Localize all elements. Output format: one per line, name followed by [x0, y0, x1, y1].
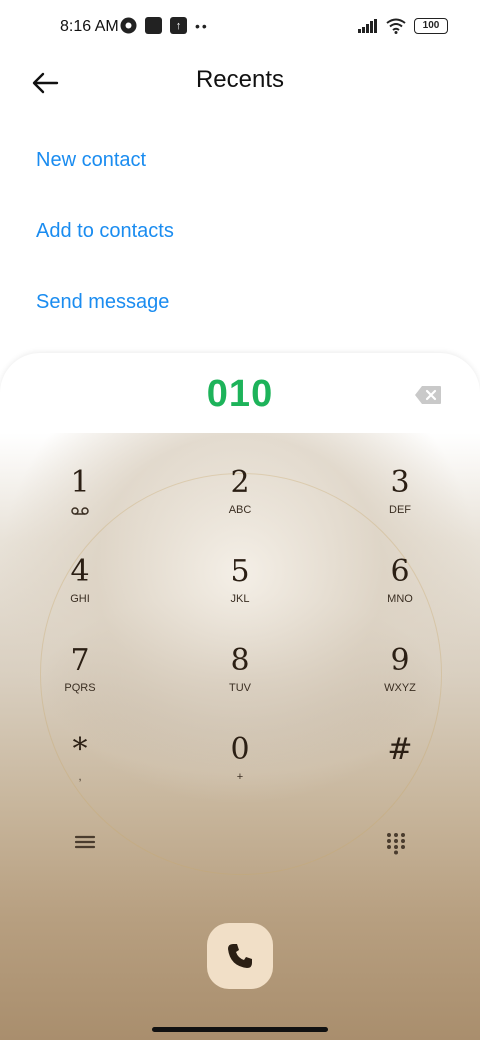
- app-notification-icon: [145, 17, 162, 34]
- key-2[interactable]: 2 ABC: [180, 463, 300, 533]
- backspace-icon: [415, 386, 441, 404]
- key-letters: +: [236, 771, 244, 783]
- key-digit: 4: [70, 554, 90, 589]
- status-bar: 8:16 AM ↑ •• 100: [0, 0, 480, 56]
- key-digit: 5: [230, 554, 250, 589]
- key-digit: 8: [230, 643, 250, 678]
- menu-icon: [74, 835, 96, 849]
- call-button[interactable]: [207, 923, 273, 989]
- status-time: 8:16 AM: [60, 18, 119, 35]
- menu-button[interactable]: [72, 831, 98, 853]
- key-letters: MNO: [387, 593, 413, 605]
- backspace-button[interactable]: [414, 385, 442, 405]
- chrome-icon: [120, 17, 137, 34]
- key-digit: 3: [390, 465, 410, 500]
- new-contact-link[interactable]: New contact: [36, 144, 174, 215]
- wifi-icon: [386, 18, 406, 34]
- key-letters: ABC: [228, 504, 252, 516]
- key-7[interactable]: 7 PQRS: [20, 641, 140, 711]
- key-6[interactable]: 6 MNO: [340, 552, 460, 622]
- key-digit: *: [72, 732, 88, 767]
- key-digit: #: [387, 732, 413, 767]
- system-icons: 100: [358, 18, 448, 34]
- key-digit: 2: [230, 465, 250, 500]
- key-letters: GHI: [70, 593, 90, 605]
- more-notifications-icon: ••: [195, 17, 209, 34]
- add-to-contacts-link[interactable]: Add to contacts: [36, 215, 174, 286]
- key-9[interactable]: 9 WXYZ: [340, 641, 460, 711]
- key-4[interactable]: 4 GHI: [20, 552, 140, 622]
- home-indicator[interactable]: [152, 1027, 328, 1032]
- notification-icons: ↑ ••: [120, 17, 209, 34]
- key-letters: ,: [78, 771, 82, 783]
- key-3[interactable]: 3 DEF: [340, 463, 460, 533]
- battery-icon: 100: [414, 18, 448, 34]
- page-title: Recents: [195, 66, 285, 93]
- dialpad-icon: [387, 833, 405, 855]
- key-1[interactable]: 1: [20, 463, 140, 533]
- key-letters: TUV: [229, 682, 251, 694]
- send-message-link[interactable]: Send message: [36, 286, 174, 357]
- key-8[interactable]: 8 TUV: [180, 641, 300, 711]
- key-digit: 9: [390, 643, 410, 678]
- signal-icon: [358, 19, 377, 33]
- key-digit: 0: [230, 732, 250, 767]
- number-actions: New contact Add to contacts Send message: [36, 144, 174, 357]
- key-digit: 7: [70, 643, 90, 678]
- key-letters: WXYZ: [384, 682, 416, 694]
- key-hash[interactable]: #: [340, 730, 460, 800]
- header: Recents: [0, 56, 480, 108]
- key-letters: PQRS: [64, 682, 96, 694]
- key-digit: 6: [390, 554, 410, 589]
- key-letters: JKL: [230, 593, 250, 605]
- key-letters: DEF: [389, 504, 411, 516]
- key-0[interactable]: 0 +: [180, 730, 300, 800]
- key-5[interactable]: 5 JKL: [180, 552, 300, 622]
- dialed-number: 010: [206, 373, 274, 415]
- voicemail-icon: [71, 507, 89, 515]
- key-digit: 1: [70, 465, 90, 500]
- phone-icon: [228, 944, 252, 968]
- key-star[interactable]: * ,: [20, 730, 140, 800]
- upload-icon: ↑: [170, 17, 187, 34]
- hide-keypad-button[interactable]: [384, 831, 408, 855]
- dialer-panel: 010 1 2 ABC 3 DEF 4 GHI 5 JKL 6 MNO 7 PQ…: [0, 353, 480, 1040]
